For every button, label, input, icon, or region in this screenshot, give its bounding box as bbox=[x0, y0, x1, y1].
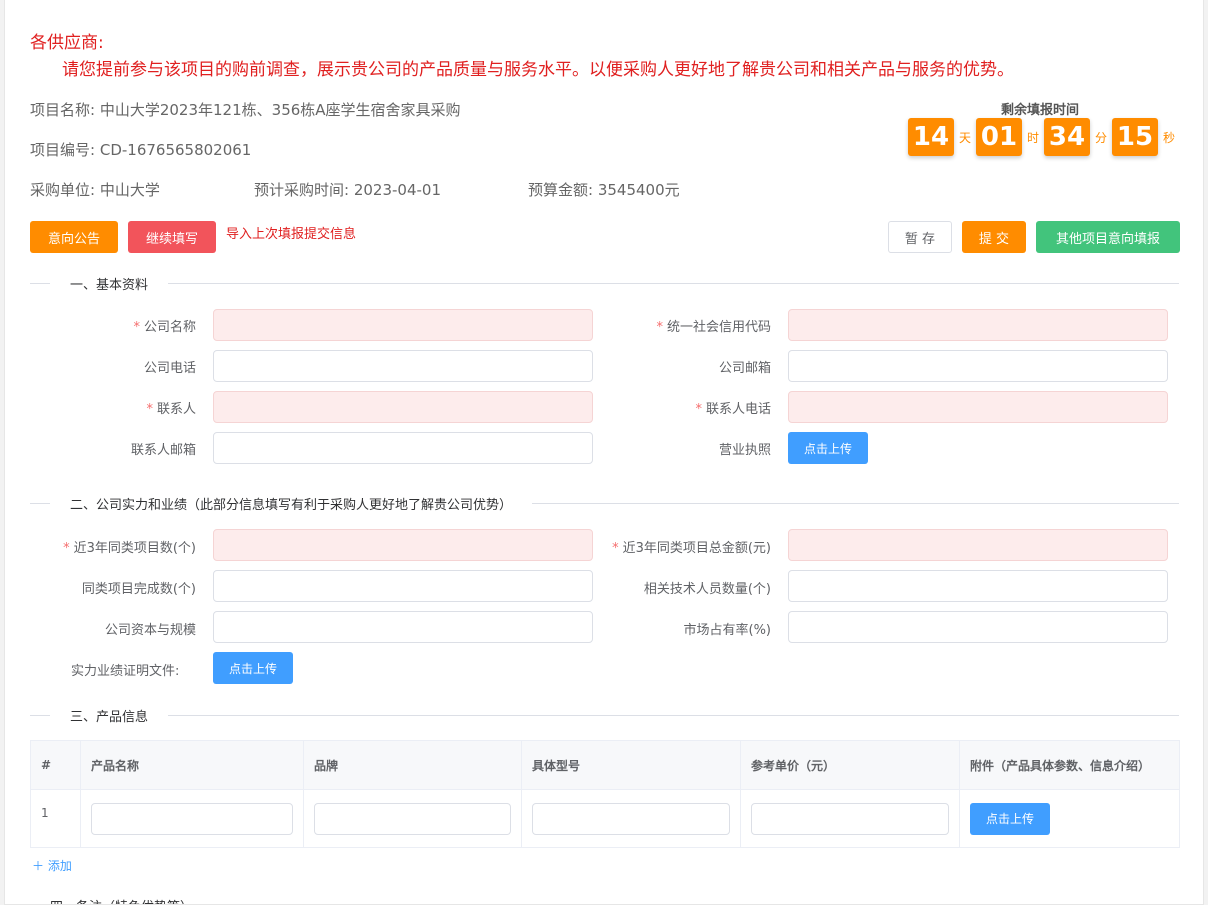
brand-input[interactable] bbox=[314, 802, 511, 835]
section-products-title: 三、产品信息 bbox=[70, 709, 149, 725]
submit-button[interactable]: 提 交 bbox=[962, 221, 1026, 253]
license-upload-button[interactable]: 点击上传 bbox=[788, 432, 868, 464]
company-phone-label: 公司电话 bbox=[143, 361, 196, 376]
purchase-time-row: 预计采购时间: 2023-04-01 bbox=[254, 179, 441, 200]
product-name-input[interactable] bbox=[91, 802, 293, 835]
budget-label: 预算金额: bbox=[528, 181, 594, 199]
timer-days: 14 bbox=[908, 118, 954, 156]
model-input[interactable] bbox=[532, 802, 730, 835]
contact-email-input[interactable] bbox=[213, 432, 593, 464]
contact-phone-label: * 联系人电话 bbox=[695, 402, 771, 417]
market-share-input[interactable] bbox=[788, 611, 1168, 643]
timer-minutes-unit: 分 bbox=[1094, 130, 1107, 145]
contact-label: * 联系人 bbox=[146, 402, 196, 417]
timer-seconds-unit: 秒 bbox=[1162, 130, 1175, 145]
save-draft-button[interactable]: 暂 存 bbox=[888, 221, 952, 253]
completed-input[interactable] bbox=[213, 570, 593, 602]
tech-staff-input[interactable] bbox=[788, 570, 1168, 602]
license-label: 营业执照 bbox=[718, 443, 771, 458]
timer-hours: 01 bbox=[976, 118, 1022, 156]
proof-upload-button[interactable]: 点击上传 bbox=[213, 652, 293, 684]
capital-input[interactable] bbox=[213, 611, 593, 643]
company-name-label: * 公司名称 bbox=[133, 320, 196, 335]
timer-hours-unit: 时 bbox=[1026, 130, 1039, 145]
budget-amount: 3545400元 bbox=[597, 181, 680, 199]
project-code-row: 项目编号: CD-1676565802061 bbox=[30, 139, 251, 160]
completed-label: 同类项目完成数(个) bbox=[81, 582, 196, 597]
project-code: CD-1676565802061 bbox=[99, 141, 252, 159]
section-basic-info: 一、基本资料 bbox=[30, 273, 1179, 293]
projects-3y-label: * 近3年同类项目数(个) bbox=[63, 541, 196, 556]
amount-3y-label: * 近3年同类项目总金额(元) bbox=[612, 541, 771, 556]
contact-email-label: 联系人邮箱 bbox=[130, 443, 196, 458]
timer-days-unit: 天 bbox=[958, 130, 971, 145]
contact-input[interactable] bbox=[213, 391, 593, 423]
section-basic-info-title: 一、基本资料 bbox=[70, 277, 149, 293]
attachment-upload-button[interactable]: 点击上传 bbox=[970, 802, 1050, 835]
project-name-row: 项目名称: 中山大学2023年121栋、356栋A座学生宿舍家具采购 bbox=[30, 99, 461, 120]
notice-title: 各供应商: bbox=[30, 33, 104, 53]
company-email-input[interactable] bbox=[788, 350, 1168, 382]
contact-phone-input[interactable] bbox=[788, 391, 1168, 423]
company-name-input[interactable] bbox=[213, 309, 593, 341]
products-table: # 产品名称 品牌 具体型号 参考单价（元） 附件（产品具体参数、信息介绍） 1… bbox=[30, 740, 1180, 848]
notice-button[interactable]: 意向公告 bbox=[30, 221, 118, 253]
budget-row: 预算金额: 3545400元 bbox=[528, 179, 680, 200]
project-code-label: 项目编号: bbox=[30, 141, 96, 159]
col-unit-price: 参考单价（元） bbox=[740, 740, 960, 790]
notice-body: 请您提前参与该项目的购前调查，展示贵公司的产品质量与服务水平。以便采购人更好地了… bbox=[62, 60, 1014, 80]
col-attachment: 附件（产品具体参数、信息介绍） bbox=[959, 740, 1180, 790]
project-name: 中山大学2023年121栋、356栋A座学生宿舍家具采购 bbox=[99, 101, 461, 119]
market-share-label: 市场占有率(%) bbox=[683, 623, 772, 638]
section-strength-title: 二、公司实力和业绩（此部分信息填写有利于采购人更好地了解贵公司优势） bbox=[70, 497, 513, 513]
unit-price-input[interactable] bbox=[751, 802, 949, 835]
amount-3y-input[interactable] bbox=[788, 529, 1168, 561]
timer-seconds: 15 bbox=[1112, 118, 1158, 156]
proof-label: 实力业绩证明文件: bbox=[71, 664, 180, 679]
continue-button[interactable]: 继续填写 bbox=[128, 221, 216, 253]
company-phone-input[interactable] bbox=[213, 350, 593, 382]
buyer-label: 采购单位: bbox=[30, 181, 96, 199]
projects-3y-input[interactable] bbox=[213, 529, 593, 561]
countdown-timer: 14 天 01 时 34 分 15 秒 bbox=[908, 118, 1180, 156]
other-projects-button[interactable]: 其他项目意向填报 bbox=[1036, 221, 1180, 253]
tech-staff-label: 相关技术人员数量(个) bbox=[643, 582, 771, 597]
col-index: # bbox=[30, 740, 81, 790]
timer-minutes: 34 bbox=[1044, 118, 1090, 156]
col-brand: 品牌 bbox=[303, 740, 522, 790]
form-page: 各供应商: 请您提前参与该项目的购前调查，展示贵公司的产品质量与服务水平。以便采… bbox=[4, 0, 1204, 905]
buyer-name: 中山大学 bbox=[99, 181, 160, 199]
section-remarks-title: 四、备注（特色优势等） bbox=[50, 896, 193, 904]
project-name-label: 项目名称: bbox=[30, 101, 96, 119]
company-email-label: 公司邮箱 bbox=[718, 361, 771, 376]
section-strength: 二、公司实力和业绩（此部分信息填写有利于采购人更好地了解贵公司优势） bbox=[30, 493, 1179, 513]
buyer-row: 采购单位: 中山大学 bbox=[30, 179, 160, 200]
table-row: 1 点击上传 bbox=[30, 789, 1180, 848]
plus-icon: ＋ bbox=[32, 859, 48, 873]
section-products: 三、产品信息 bbox=[30, 705, 1179, 725]
credit-code-label: * 统一社会信用代码 bbox=[656, 320, 771, 335]
row-index: 1 bbox=[30, 789, 81, 848]
import-last-link[interactable]: 导入上次填报提交信息 bbox=[226, 223, 356, 242]
add-row-link[interactable]: ＋ 添加 bbox=[32, 857, 72, 874]
credit-code-input[interactable] bbox=[788, 309, 1168, 341]
capital-label: 公司资本与规模 bbox=[104, 623, 196, 638]
col-model: 具体型号 bbox=[521, 740, 741, 790]
purchase-time-label: 预计采购时间: bbox=[254, 181, 350, 199]
timer-title: 剩余填报时间 bbox=[1001, 103, 1080, 118]
col-product-name: 产品名称 bbox=[80, 740, 304, 790]
purchase-time: 2023-04-01 bbox=[353, 181, 442, 199]
